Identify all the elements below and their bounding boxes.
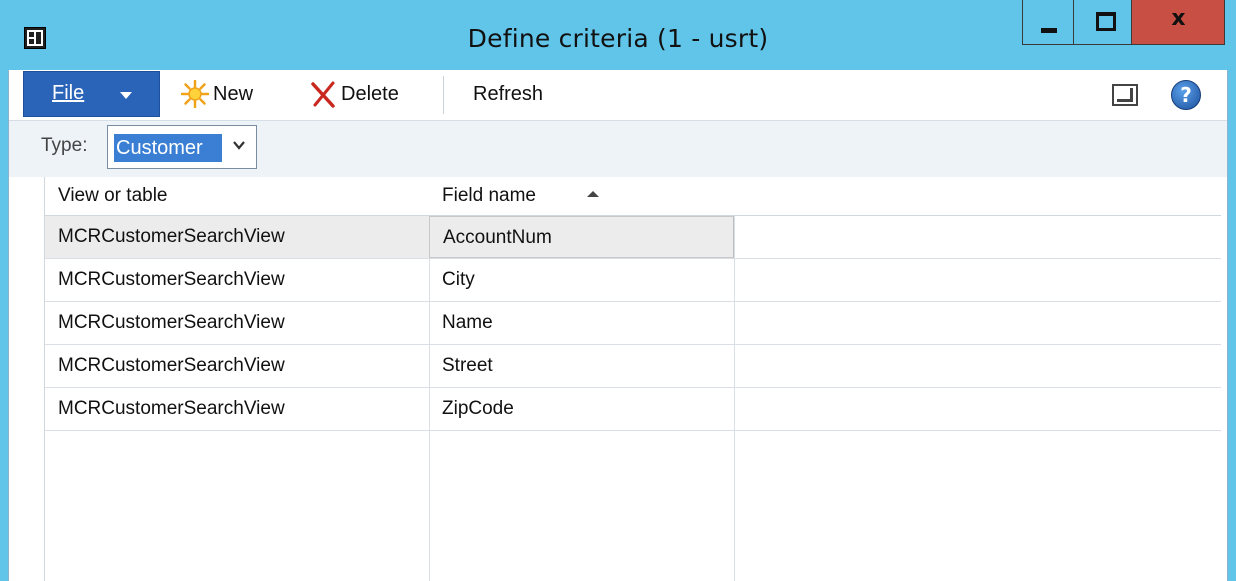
view-or-table-cell[interactable]: MCRCustomerSearchView [45, 345, 429, 387]
type-dropdown-value: Customer [114, 134, 222, 162]
action-pane: File New Delete Refresh ? [9, 70, 1227, 121]
field-name-cell[interactable]: Name [429, 302, 734, 344]
toolbar-separator [443, 76, 444, 114]
refresh-label: Refresh [473, 82, 544, 105]
table-row[interactable]: MCRCustomerSearchView AccountNum [45, 216, 1221, 259]
delete-x-icon [309, 80, 337, 108]
close-button[interactable]: x [1132, 0, 1225, 45]
new-button[interactable]: New [180, 79, 254, 109]
column-header-label: Field name [442, 185, 536, 206]
view-or-table-cell[interactable]: MCRCustomerSearchView [45, 302, 429, 344]
table-row[interactable]: MCRCustomerSearchView ZipCode [45, 388, 1221, 431]
column-header-field-name[interactable]: Field name [429, 177, 734, 215]
chevron-down-icon [120, 92, 132, 99]
view-or-table-cell[interactable]: MCRCustomerSearchView [45, 259, 429, 301]
define-criteria-window: Define criteria (1 - usrt) x File New De… [0, 0, 1236, 581]
file-menu-button[interactable]: File [23, 71, 160, 117]
layout-icon[interactable] [1112, 84, 1138, 106]
field-name-cell[interactable]: AccountNum [429, 216, 734, 258]
maximize-icon [1096, 12, 1116, 31]
maximize-button[interactable] [1074, 0, 1132, 45]
field-name-cell[interactable]: Street [429, 345, 734, 387]
table-row[interactable]: MCRCustomerSearchView Street [45, 345, 1221, 388]
view-or-table-cell[interactable]: MCRCustomerSearchView [45, 216, 429, 258]
criteria-grid: View or table Field name MCRCustomerSear… [44, 177, 1221, 581]
client-area: File New Delete Refresh ? Type: Customer… [8, 70, 1228, 581]
table-row[interactable]: MCRCustomerSearchView City [45, 259, 1221, 302]
grid-header: View or table Field name [45, 177, 1221, 216]
field-name-cell[interactable]: City [429, 259, 734, 301]
delete-label: Delete [341, 82, 399, 105]
chevron-down-icon [232, 137, 246, 151]
minimize-button[interactable] [1022, 0, 1074, 45]
filter-strip: Type: Customer [9, 121, 1227, 177]
column-header-label: View or table [58, 185, 168, 206]
sort-ascending-icon [587, 191, 599, 197]
view-or-table-cell[interactable]: MCRCustomerSearchView [45, 388, 429, 430]
minimize-icon [1041, 28, 1057, 33]
new-sun-icon [180, 79, 210, 109]
table-row[interactable]: MCRCustomerSearchView Name [45, 302, 1221, 345]
column-header-view-or-table[interactable]: View or table [45, 177, 429, 215]
title-bar[interactable]: Define criteria (1 - usrt) x [0, 0, 1236, 70]
delete-button[interactable]: Delete [309, 80, 399, 108]
refresh-button[interactable]: Refresh [473, 80, 543, 108]
close-icon: x [1171, 6, 1186, 31]
type-dropdown[interactable]: Customer [107, 125, 257, 169]
file-menu-label: File [52, 82, 85, 104]
type-label: Type: [41, 135, 88, 156]
field-name-cell[interactable]: ZipCode [429, 388, 734, 430]
new-label: New [213, 82, 254, 105]
help-icon[interactable]: ? [1171, 80, 1201, 110]
